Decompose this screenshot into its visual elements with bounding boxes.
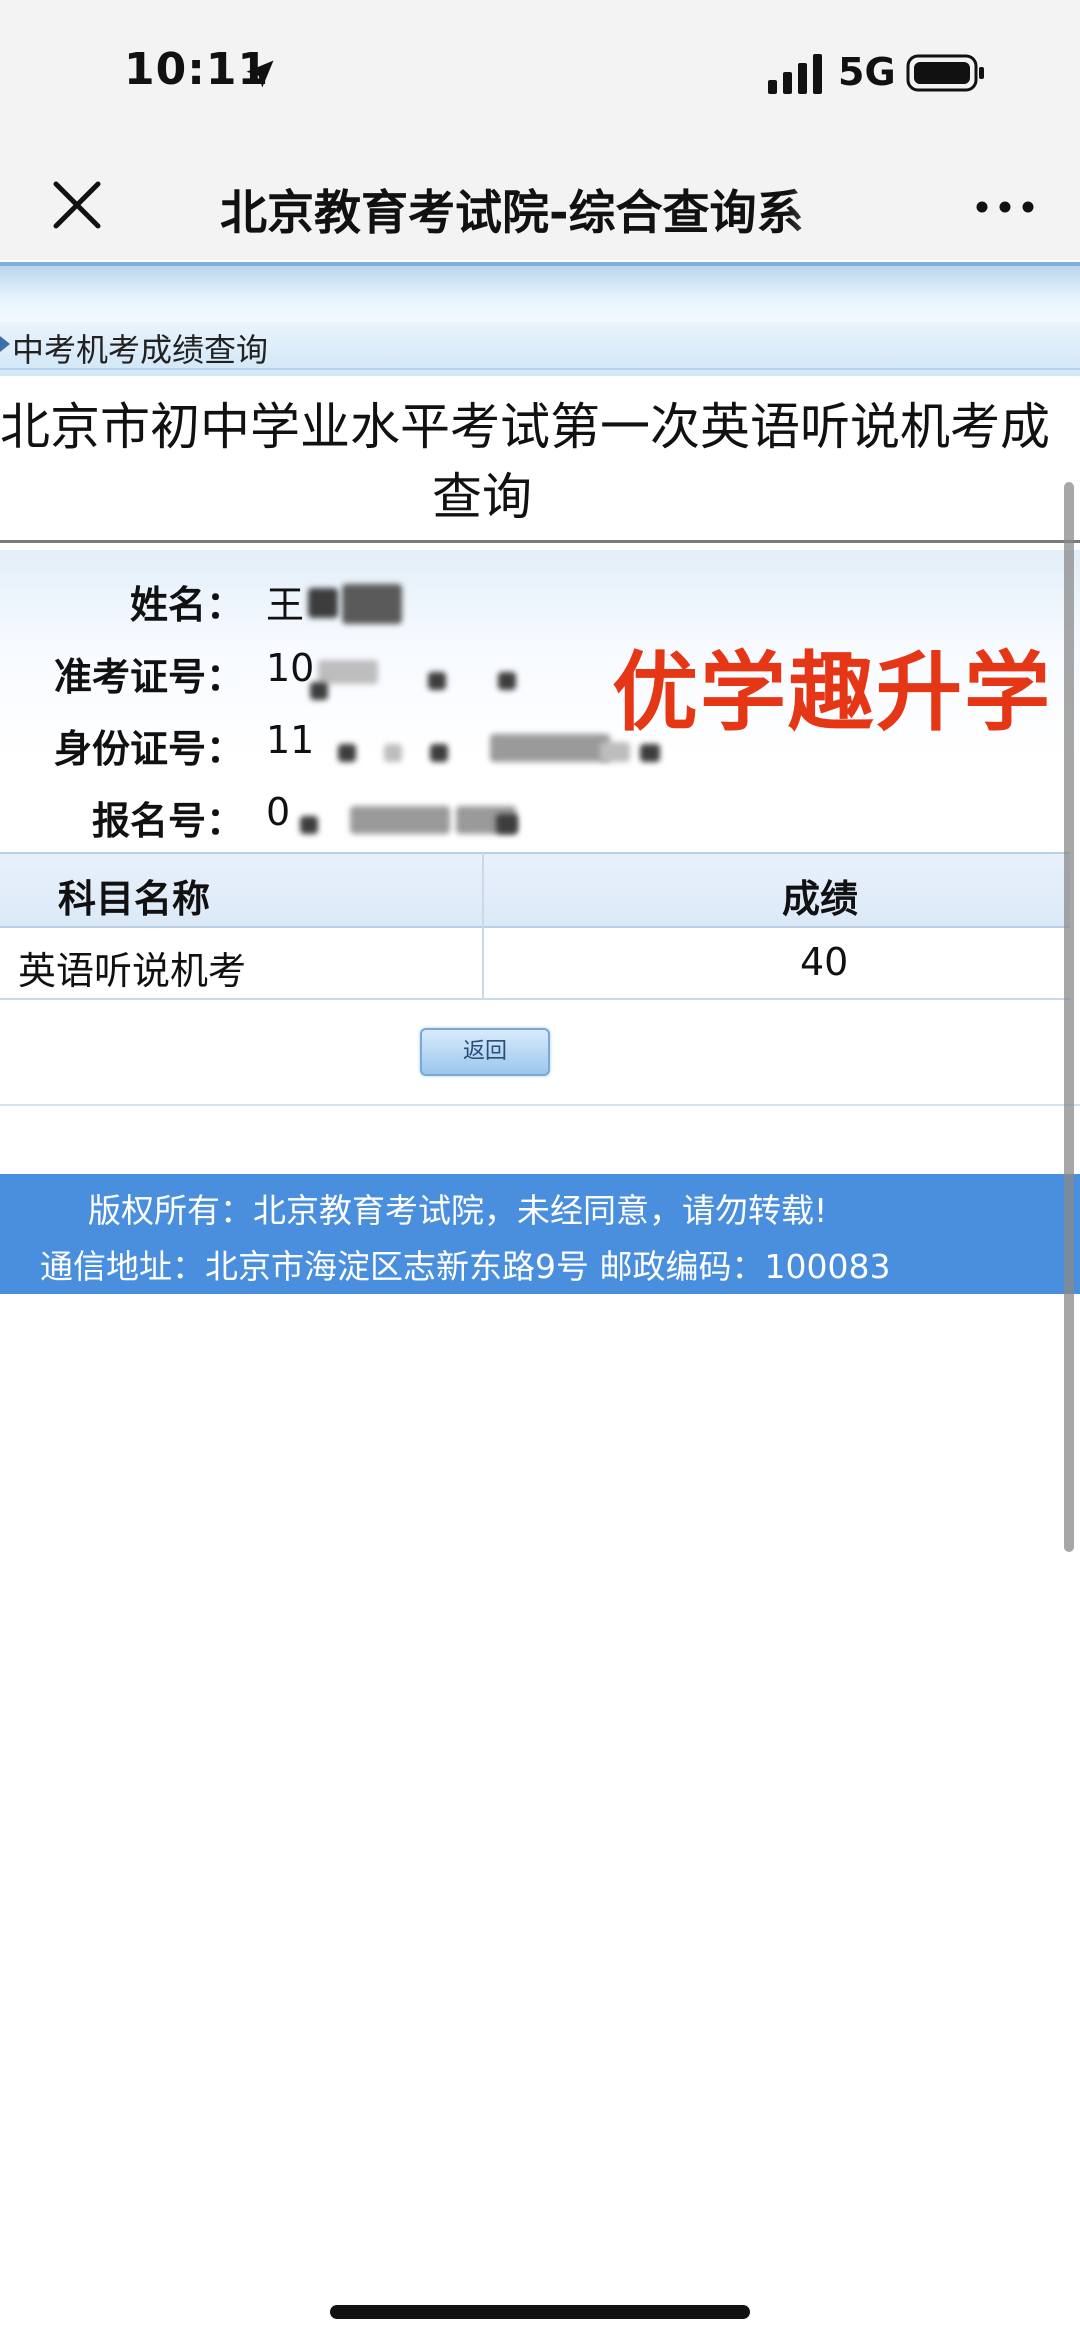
registration-value: 0: [266, 790, 291, 834]
site-footer: 版权所有：北京教育考试院，未经同意，请勿转载! 通信地址：北京市海淀区志新东路9…: [0, 1174, 1080, 1294]
name-label: 姓名：: [129, 583, 244, 627]
watermark-text: 优学趣升学: [612, 643, 1052, 743]
redaction-mark: [384, 744, 402, 762]
battery-icon: [906, 54, 984, 92]
page-title-bar: 北京教育考试院-综合查询系: [220, 186, 804, 241]
redaction-mark: [300, 816, 318, 834]
redaction-mark: [318, 660, 378, 684]
more-options-icon[interactable]: [970, 172, 1040, 238]
status-bar: 10:11 5G: [0, 0, 1080, 150]
redaction-mark: [496, 814, 518, 834]
redaction-mark: [430, 744, 448, 762]
name-value: 王: [266, 583, 305, 627]
table-header: 科目名称 成绩: [0, 852, 1070, 928]
signal-bars-icon: [768, 54, 822, 94]
exam-id-value: 10: [266, 646, 315, 690]
redaction-mark: [498, 672, 516, 690]
location-arrow-icon: [246, 60, 274, 88]
close-icon[interactable]: [44, 172, 110, 238]
webview-nav-bar: 北京教育考试院-综合查询系: [0, 150, 1080, 260]
column-header-score: 成绩: [782, 877, 859, 921]
id-card-value: 11: [266, 718, 315, 762]
back-button[interactable]: 返回: [420, 1028, 550, 1076]
network-type: 5G: [838, 50, 896, 94]
redaction-mark: [308, 588, 338, 618]
subject-cell: 英语听说机考: [18, 949, 247, 993]
breadcrumb: 中考机考成绩查询: [12, 331, 269, 369]
scrollbar[interactable]: [1064, 482, 1074, 1552]
page-heading: 北京市初中学业水平考试第一次英语听说机考成: [0, 398, 1050, 456]
redaction-mark: [350, 806, 450, 834]
copyright-text: 版权所有：北京教育考试院，未经同意，请勿转载!: [88, 1191, 828, 1230]
table-row: 英语听说机考 40: [0, 926, 1070, 1000]
redaction-mark: [338, 744, 356, 762]
home-indicator[interactable]: [330, 2305, 750, 2319]
column-divider: [482, 852, 484, 998]
column-header-subject: 科目名称: [58, 877, 211, 921]
exam-id-label: 准考证号：: [53, 655, 244, 699]
breadcrumb-arrow-icon: [0, 336, 10, 352]
address-text: 通信地址：北京市海淀区志新东路9号 邮政编码：100083: [40, 1247, 891, 1286]
redaction-mark: [310, 682, 328, 700]
redaction-mark: [490, 734, 610, 762]
registration-label: 报名号：: [91, 799, 244, 843]
redaction-mark: [428, 672, 446, 690]
info-row-registration: 报名号： 0: [0, 790, 1080, 850]
redaction-mark: [342, 584, 402, 624]
section-divider: [0, 1104, 1080, 1106]
page-heading-continued: 查询: [432, 468, 532, 526]
id-card-label: 身份证号：: [53, 727, 244, 771]
score-cell: 40: [800, 940, 849, 984]
heading-divider: [0, 540, 1080, 543]
